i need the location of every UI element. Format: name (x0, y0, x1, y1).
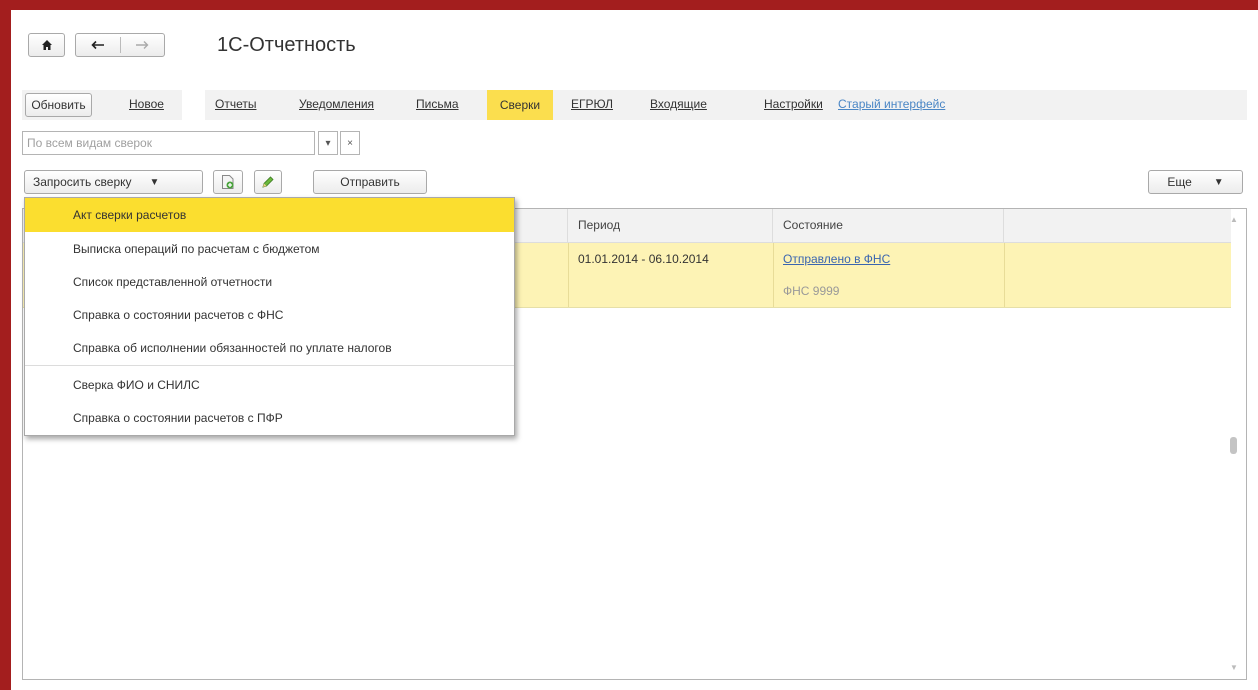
menu-item-pfr-settlements[interactable]: Справка о состоянии расчетов с ПФР (25, 401, 514, 435)
more-label: Еще (1167, 175, 1192, 189)
column-divider (568, 243, 569, 307)
forward-button[interactable] (121, 37, 165, 53)
menu-item-reports-list[interactable]: Список представленной отчетности (25, 265, 514, 299)
history-nav (75, 33, 165, 57)
tab-egrul[interactable]: ЕГРЮЛ (571, 97, 613, 111)
period-cell: 01.01.2014 - 06.10.2014 (578, 252, 709, 266)
tab-incoming[interactable]: Входящие (650, 97, 707, 111)
window-frame-top (0, 0, 1258, 10)
column-divider (773, 243, 774, 307)
arrow-right-icon (136, 41, 149, 49)
menu-item-budget-statement[interactable]: Выписка операций по расчетам с бюджетом (25, 232, 514, 266)
send-button[interactable]: Отправить (313, 170, 427, 194)
menu-divider (25, 365, 514, 366)
request-reconciliation-button[interactable]: Запросить сверку ▼ (24, 170, 203, 194)
scrollbar-thumb[interactable] (1230, 437, 1237, 454)
chevron-down-icon: ▼ (149, 176, 160, 188)
scroll-up-icon[interactable]: ▲ (1230, 215, 1238, 224)
request-reconciliation-label: Запросить сверку (33, 175, 132, 189)
back-button[interactable] (76, 37, 120, 53)
reconciliation-type-filter[interactable]: По всем видам сверок (22, 131, 315, 155)
tab-settings[interactable]: Настройки (764, 97, 823, 111)
menu-item-fns-settlements[interactable]: Справка о состоянии расчетов с ФНС (25, 298, 514, 332)
recipient-cell: ФНС 9999 (783, 284, 840, 298)
old-interface-link[interactable]: Старый интерфейс (838, 97, 945, 111)
home-icon (41, 40, 52, 50)
edit-button[interactable] (254, 170, 282, 194)
tab-notifications[interactable]: Уведомления (299, 97, 374, 111)
window-frame-left (0, 0, 11, 690)
chevron-down-icon: ▼ (1213, 176, 1224, 188)
status-link[interactable]: Отправлено в ФНС (783, 252, 890, 266)
new-link[interactable]: Новое (129, 97, 164, 111)
column-header-period[interactable]: Период (568, 209, 773, 242)
column-header-extra (1004, 209, 1231, 242)
home-button[interactable] (28, 33, 65, 57)
menu-item-fio-snils[interactable]: Сверка ФИО и СНИЛС (25, 368, 514, 402)
column-header-status[interactable]: Состояние (773, 209, 1004, 242)
document-add-icon (222, 175, 234, 189)
page-title: 1С-Отчетность (217, 34, 356, 56)
more-button[interactable]: Еще ▼ (1148, 170, 1243, 194)
request-reconciliation-menu: Акт сверки расчетов Выписка операций по … (24, 197, 515, 436)
chevron-down-icon: ▾ (325, 137, 331, 149)
tab-letters[interactable]: Письма (416, 97, 459, 111)
menu-item-tax-obligations[interactable]: Справка об исполнении обязанностей по уп… (25, 331, 514, 365)
scroll-down-icon[interactable]: ▼ (1230, 663, 1238, 672)
refresh-button[interactable]: Обновить (25, 93, 92, 117)
tab-reconciliations[interactable]: Сверки (487, 90, 553, 120)
tab-reports[interactable]: Отчеты (215, 97, 256, 111)
filter-clear-button[interactable]: × (340, 131, 360, 155)
column-divider (1004, 243, 1005, 307)
filter-dropdown-button[interactable]: ▾ (318, 131, 338, 155)
clear-icon: × (347, 137, 353, 149)
arrow-left-icon (91, 40, 104, 50)
pencil-icon (262, 176, 274, 188)
menu-item-act-reconciliation[interactable]: Акт сверки расчетов (25, 198, 514, 232)
add-copy-button[interactable] (213, 170, 243, 194)
